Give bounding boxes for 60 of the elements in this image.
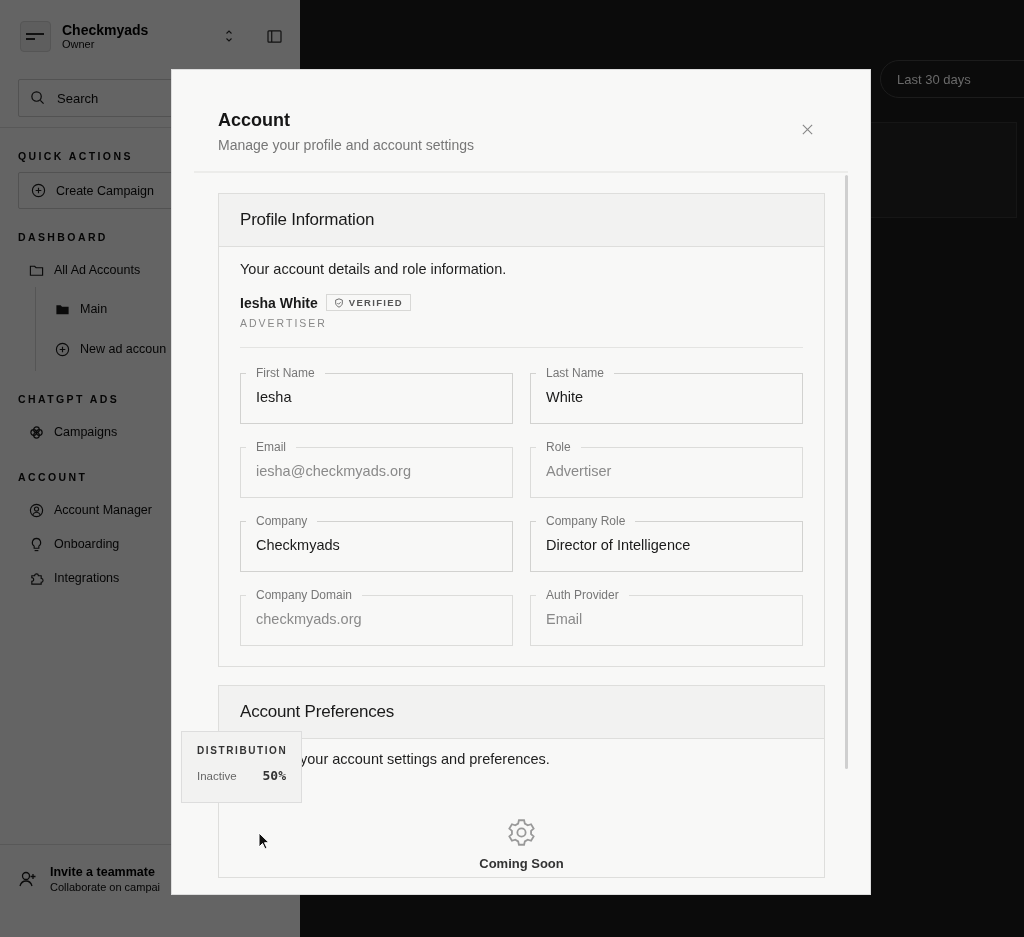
text-field[interactable]: Company Checkmyads: [240, 514, 513, 572]
field-value: Checkmyads: [256, 537, 340, 553]
field-value: White: [546, 389, 584, 405]
section-heading: DASHBOARD: [18, 231, 108, 243]
tooltip-title: DISTRIBUTION: [197, 745, 286, 756]
workspace-role: Owner: [62, 38, 95, 50]
field-label: Company: [255, 514, 309, 528]
add-user-icon: [18, 869, 38, 889]
section-heading: QUICK ACTIONS: [18, 150, 133, 162]
text-field[interactable]: Last Name White: [530, 366, 803, 424]
invite-title: Invite a teammate: [50, 865, 155, 879]
workspace-name: Checkmyads: [62, 22, 149, 38]
field-label: Company Domain: [255, 588, 354, 602]
field-value: Director of Intelligence: [546, 537, 691, 553]
sidebar-item[interactable]: Main: [44, 289, 108, 329]
shield-check-icon: [333, 297, 344, 308]
sidebar-item[interactable]: Campaigns: [18, 415, 118, 449]
sidebar-item[interactable]: Account Manager: [18, 493, 152, 527]
card-description: Your account details and role information.: [240, 261, 508, 277]
field-label: Company Role: [545, 514, 627, 528]
coming-soon-label: Coming Soon: [479, 856, 564, 871]
puzzle-icon: [29, 570, 44, 586]
field-label: First Name: [255, 366, 316, 380]
tooltip-value: 50%: [262, 768, 286, 783]
field-label: Email: [255, 440, 287, 454]
sidebar-item[interactable]: Integrations: [18, 561, 120, 595]
flower-icon: [29, 424, 44, 440]
plus-circle-icon: [31, 183, 46, 198]
invite-subtitle: Collaborate on campai: [50, 881, 161, 893]
user-name: Iesha White: [240, 294, 318, 311]
mouse-pointer-icon: [258, 832, 270, 850]
search-icon: [30, 90, 45, 105]
field-value: Advertiser: [546, 463, 612, 479]
settings-icon: [506, 817, 537, 848]
sidebar-item[interactable]: New ad accoun: [44, 329, 167, 369]
logo-icon: [20, 20, 51, 52]
section-heading: CHATGPT ADS: [18, 393, 120, 405]
sidebar-item[interactable]: Onboarding: [18, 527, 120, 561]
user-role: ADVERTISER: [240, 317, 327, 329]
dialog-subtitle: Manage your profile and account settings: [218, 137, 475, 153]
field-value: Iesha: [256, 389, 292, 405]
field-value: Email: [546, 611, 583, 627]
field-label: Role: [545, 440, 572, 454]
sidebar-toggle-icon[interactable]: [267, 29, 282, 43]
chevron-up-down-icon[interactable]: [224, 28, 234, 44]
section-heading: ACCOUNT: [18, 471, 88, 483]
sidebar-item[interactable]: All Ad Accounts: [18, 253, 141, 287]
lightbulb-icon: [29, 536, 44, 552]
text-field[interactable]: First Name Iesha: [240, 366, 513, 424]
badge-label: VERIFIED: [348, 297, 403, 308]
scrollbar[interactable]: [845, 175, 848, 769]
field-label: Last Name: [545, 366, 606, 380]
field-label: Auth Provider: [545, 588, 620, 602]
card-title: Profile Information: [240, 210, 375, 230]
plus-circle-icon: [55, 341, 70, 357]
card-title: Account Preferences: [240, 702, 394, 722]
tooltip-label: Inactive: [197, 770, 237, 782]
user-circle-icon: [29, 502, 44, 518]
close-icon[interactable]: [801, 123, 814, 136]
text-field[interactable]: Company Role Director of Intelligence: [530, 514, 803, 572]
